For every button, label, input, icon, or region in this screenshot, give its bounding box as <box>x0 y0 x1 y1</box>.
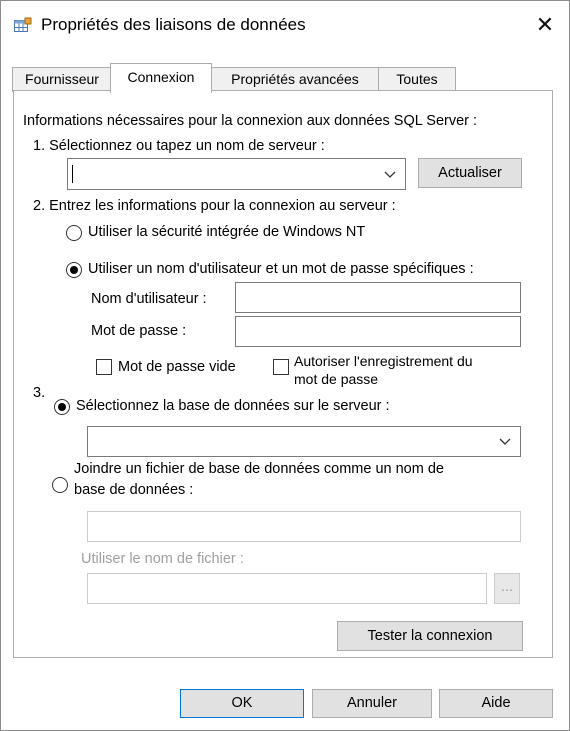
username-input[interactable] <box>235 282 521 313</box>
blank-password-label[interactable]: Mot de passe vide <box>118 359 236 375</box>
password-label: Mot de passe : <box>91 323 187 339</box>
select-db-label[interactable]: Sélectionnez la base de données sur le s… <box>76 398 390 414</box>
blank-password-checkbox[interactable] <box>96 359 112 375</box>
select-db-radio[interactable] <box>54 399 70 415</box>
connection-panel: Informations nécessaires pour la connexi… <box>13 90 553 658</box>
use-filename-label: Utiliser le nom de fichier : <box>81 551 244 567</box>
attach-db-label-line1[interactable]: Joindre un fichier de base de données co… <box>74 461 444 477</box>
text-caret <box>72 165 73 183</box>
title-bar: Propriétés des liaisons de données ✕ <box>1 1 569 49</box>
step1-label: 1. Sélectionnez ou tapez un nom de serve… <box>33 138 325 154</box>
auth-sql-radio[interactable] <box>66 262 82 278</box>
chevron-down-icon[interactable] <box>498 435 512 449</box>
step2-label: 2. Entrez les informations pour la conne… <box>33 198 396 214</box>
window-title: Propriétés des liaisons de données <box>41 15 306 34</box>
help-button[interactable]: Aide <box>439 689 553 718</box>
tab-fournisseur[interactable]: Fournisseur <box>12 67 112 92</box>
server-name-combo[interactable] <box>67 158 406 190</box>
dialog-window: Propriétés des liaisons de données ✕ Fou… <box>0 0 570 731</box>
refresh-button[interactable]: Actualiser <box>418 158 522 188</box>
data-link-icon <box>14 17 32 32</box>
step3-number: 3. <box>33 385 46 401</box>
ok-button[interactable]: OK <box>180 689 304 718</box>
cancel-button[interactable]: Annuler <box>312 689 432 718</box>
attach-db-name-input[interactable] <box>87 511 521 542</box>
allow-save-password-label-line1[interactable]: Autoriser l'enregistrement du <box>294 353 473 369</box>
username-label: Nom d'utilisateur : <box>91 291 207 307</box>
attach-db-radio[interactable] <box>52 477 68 493</box>
allow-save-password-label-line2[interactable]: mot de passe <box>294 371 378 387</box>
auth-windows-radio[interactable] <box>66 225 82 241</box>
auth-sql-label[interactable]: Utiliser un nom d'utilisateur et un mot … <box>88 261 474 277</box>
close-button[interactable]: ✕ <box>531 11 559 39</box>
browse-button[interactable]: ... <box>494 573 520 604</box>
allow-save-password-checkbox[interactable] <box>273 359 289 375</box>
tab-toutes[interactable]: Toutes <box>378 67 456 92</box>
radio-dot <box>70 266 78 274</box>
filename-input[interactable] <box>87 573 487 604</box>
test-connection-button[interactable]: Tester la connexion <box>337 621 523 651</box>
attach-db-label-line2[interactable]: base de données : <box>74 482 193 498</box>
close-icon: ✕ <box>535 12 555 37</box>
database-combo[interactable] <box>87 426 521 457</box>
radio-dot <box>58 403 66 411</box>
password-input[interactable] <box>235 316 521 347</box>
intro-text: Informations nécessaires pour la connexi… <box>23 113 478 129</box>
auth-windows-label[interactable]: Utiliser la sécurité intégrée de Windows… <box>88 224 365 240</box>
tab-connexion[interactable]: Connexion <box>110 63 212 93</box>
chevron-down-icon[interactable] <box>383 168 397 182</box>
tab-proprietes-avancees[interactable]: Propriétés avancées <box>210 67 380 92</box>
